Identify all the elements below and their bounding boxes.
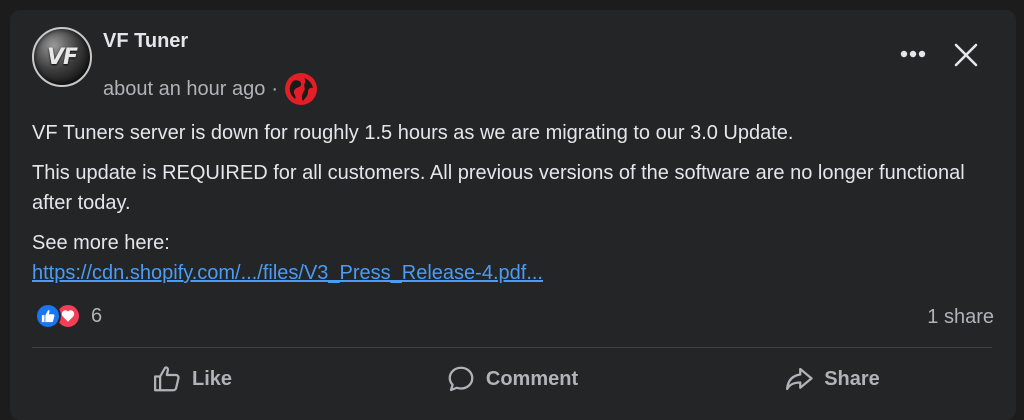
post-actions: Like Comment Share bbox=[32, 357, 992, 401]
globe-icon[interactable] bbox=[284, 72, 318, 106]
timestamp[interactable]: about an hour ago bbox=[103, 78, 265, 101]
share-icon bbox=[786, 367, 813, 391]
post-meta: about an hour ago · bbox=[103, 72, 318, 106]
post-paragraph-1: VF Tuners server is down for roughly 1.5… bbox=[32, 122, 794, 144]
close-icon bbox=[954, 43, 978, 67]
avatar[interactable]: VF bbox=[32, 27, 92, 87]
comment-icon bbox=[448, 366, 474, 392]
close-button[interactable] bbox=[948, 37, 984, 73]
author-name[interactable]: VF Tuner bbox=[103, 30, 188, 53]
share-count[interactable]: 1 share bbox=[927, 306, 994, 329]
reaction-count: 6 bbox=[91, 304, 103, 327]
press-release-link[interactable]: https://cdn.shopify.com/.../files/V3_Pre… bbox=[32, 262, 543, 284]
meta-separator: · bbox=[271, 77, 279, 100]
share-button[interactable]: Share bbox=[672, 357, 992, 401]
reactions-summary[interactable]: 6 bbox=[35, 303, 102, 329]
avatar-logo-text: VF bbox=[46, 44, 78, 70]
divider bbox=[32, 347, 992, 348]
more-options-icon bbox=[900, 50, 926, 58]
see-more-label: See more here: bbox=[32, 232, 170, 254]
like-label: Like bbox=[191, 367, 233, 390]
post-paragraph-2: This update is REQUIRED for all customer… bbox=[32, 162, 965, 214]
like-button[interactable]: Like bbox=[32, 357, 352, 401]
comment-button[interactable]: Comment bbox=[352, 357, 672, 401]
like-reaction-icon bbox=[35, 303, 61, 329]
share-label: Share bbox=[824, 367, 880, 390]
comment-label: Comment bbox=[485, 367, 579, 390]
like-icon bbox=[153, 366, 180, 392]
post-body: VF Tuners server is down for roughly 1.5… bbox=[32, 118, 992, 288]
post-card: VF VF Tuner about an hour ago · VF Tuner… bbox=[10, 10, 1016, 420]
more-options-button[interactable] bbox=[897, 38, 929, 70]
